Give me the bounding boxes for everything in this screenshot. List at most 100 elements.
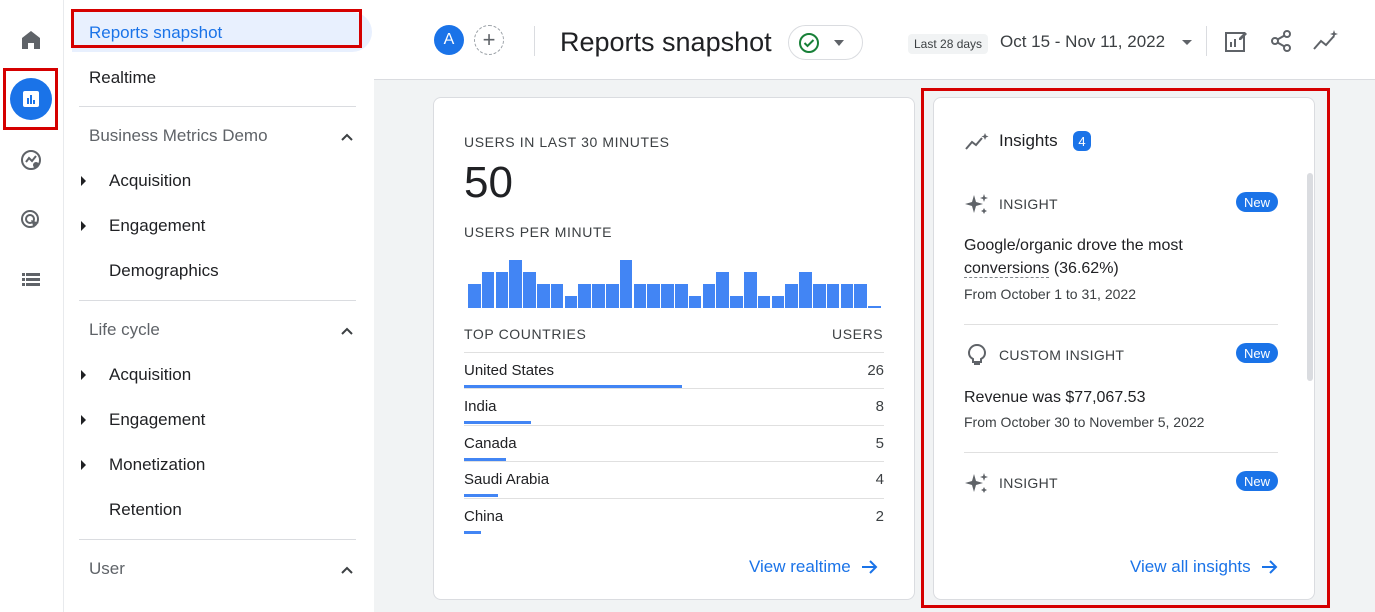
- new-badge: New: [1236, 192, 1278, 212]
- nav-item-demographics[interactable]: Demographics: [109, 261, 219, 281]
- users-per-minute-bar[interactable]: [468, 284, 481, 308]
- country-name: Canada: [464, 434, 517, 452]
- country-name: United States: [464, 362, 555, 379]
- users-per-minute-bar[interactable]: [730, 296, 743, 308]
- insight-date-range: From October 1 to 31, 2022: [964, 286, 1136, 302]
- users-per-minute-bar[interactable]: [550, 284, 564, 308]
- users-per-minute-bar[interactable]: [771, 296, 785, 308]
- insight-type-label: CUSTOM INSIGHT: [999, 347, 1125, 363]
- reports-icon[interactable]: [10, 78, 52, 120]
- page-title: Reports snapshot: [560, 27, 772, 57]
- add-comparison-button[interactable]: +: [474, 25, 504, 55]
- nav-item-realtime[interactable]: Realtime: [89, 68, 156, 88]
- explore-icon[interactable]: [10, 139, 52, 181]
- configure-icon[interactable]: [10, 259, 52, 301]
- home-icon[interactable]: [10, 19, 52, 61]
- customize-report-icon[interactable]: [1222, 27, 1250, 55]
- country-row[interactable]: India 8: [464, 388, 884, 425]
- insights-icon[interactable]: [1312, 27, 1340, 55]
- nav-item-engagement[interactable]: Engagement: [109, 216, 205, 236]
- users-per-minute-bar[interactable]: [716, 272, 729, 308]
- nav-section-business-metrics[interactable]: Business Metrics Demo: [89, 126, 268, 146]
- users-per-minute-bar[interactable]: [606, 284, 619, 308]
- insight-headline[interactable]: Google/organic drove the most conversion…: [964, 234, 1264, 280]
- country-name: China: [464, 507, 504, 525]
- users-per-minute-bar[interactable]: [592, 284, 605, 308]
- status-dropdown[interactable]: [788, 25, 863, 60]
- country-share-bar: [464, 530, 481, 534]
- users-per-minute-bar[interactable]: [481, 272, 495, 308]
- nav-item-engagement[interactable]: Engagement: [109, 410, 205, 430]
- insight-type-label: INSIGHT: [999, 196, 1058, 212]
- nav-divider: [79, 300, 356, 301]
- advertising-icon[interactable]: [10, 199, 52, 241]
- sparkle-icon: [965, 194, 988, 214]
- users-per-minute-bar[interactable]: [785, 284, 798, 308]
- users-per-minute-label: USERS PER MINUTE: [464, 224, 613, 240]
- date-preset-chip: Last 28 days: [908, 34, 989, 54]
- caret-right-icon[interactable]: [81, 176, 86, 186]
- country-name: Saudi Arabia: [464, 471, 550, 489]
- users-per-minute-bar[interactable]: [757, 296, 771, 308]
- new-badge: New: [1236, 343, 1278, 363]
- view-realtime-link[interactable]: View realtime: [749, 557, 879, 577]
- chevron-up-icon[interactable]: [340, 324, 354, 338]
- insight-date-range: From October 30 to November 5, 2022: [964, 414, 1205, 430]
- nav-item-acquisition[interactable]: Acquisition: [109, 171, 191, 191]
- left-rail: [0, 0, 64, 612]
- users-per-minute-bar[interactable]: [509, 260, 522, 308]
- users-per-minute-bar[interactable]: [799, 272, 812, 308]
- caret-right-icon[interactable]: [81, 415, 86, 425]
- chevron-up-icon[interactable]: [340, 130, 354, 144]
- date-dropdown-icon[interactable]: [1182, 40, 1192, 45]
- users-per-minute-bar[interactable]: [854, 284, 867, 308]
- caret-right-icon[interactable]: [81, 221, 86, 231]
- country-name: India: [464, 398, 497, 416]
- country-row[interactable]: China 2: [464, 497, 884, 534]
- insight-metric-term[interactable]: conversions: [964, 260, 1050, 278]
- users-per-minute-bar[interactable]: [840, 284, 854, 308]
- date-range-picker[interactable]: Oct 15 - Nov 11, 2022: [1000, 32, 1165, 52]
- view-all-insights-link[interactable]: View all insights: [1130, 557, 1279, 577]
- new-badge: New: [1236, 471, 1278, 491]
- users-per-minute-bar[interactable]: [813, 284, 826, 308]
- dropdown-arrow-icon: [834, 39, 844, 46]
- country-row[interactable]: United States 26: [464, 352, 884, 388]
- users-per-minute-bar[interactable]: [537, 284, 550, 308]
- users-per-minute-bar[interactable]: [619, 260, 633, 308]
- users-per-minute-bar[interactable]: [578, 284, 591, 308]
- users-per-minute-bar[interactable]: [564, 296, 578, 308]
- top-countries-header: TOP COUNTRIES: [464, 326, 587, 342]
- users-per-minute-chart: [468, 258, 884, 308]
- caret-right-icon[interactable]: [81, 370, 86, 380]
- comparison-avatar[interactable]: A: [434, 25, 464, 55]
- users-per-minute-bar[interactable]: [744, 272, 757, 308]
- users-per-minute-bar[interactable]: [495, 272, 509, 308]
- users-per-minute-bar[interactable]: [675, 284, 688, 308]
- header-divider: [534, 26, 535, 56]
- country-users: 2: [875, 507, 884, 525]
- country-row[interactable]: Saudi Arabia 4: [464, 461, 884, 498]
- users-per-minute-bar[interactable]: [647, 284, 660, 308]
- users-per-minute-bar[interactable]: [633, 284, 647, 308]
- users-per-minute-bar[interactable]: [702, 284, 716, 308]
- users-per-minute-bar[interactable]: [523, 272, 536, 308]
- insight-headline[interactable]: Revenue was $77,067.53: [964, 386, 1264, 409]
- users-per-minute-bar[interactable]: [868, 305, 881, 308]
- nav-item-monetization[interactable]: Monetization: [109, 455, 205, 475]
- nav-divider: [79, 539, 356, 540]
- view-realtime-label: View realtime: [749, 557, 851, 576]
- users-per-minute-bar[interactable]: [688, 296, 702, 308]
- nav-section-user[interactable]: User: [89, 559, 125, 579]
- nav-item-acquisition[interactable]: Acquisition: [109, 365, 191, 385]
- share-icon[interactable]: [1267, 27, 1295, 55]
- caret-right-icon[interactable]: [81, 460, 86, 470]
- users-per-minute-bar[interactable]: [826, 284, 840, 308]
- nav-item-reports-snapshot[interactable]: Reports snapshot: [89, 23, 222, 43]
- chevron-up-icon[interactable]: [340, 563, 354, 577]
- insights-scrollbar[interactable]: [1307, 173, 1313, 381]
- nav-section-life-cycle[interactable]: Life cycle: [89, 320, 160, 340]
- users-per-minute-bar[interactable]: [661, 284, 674, 308]
- nav-item-retention[interactable]: Retention: [109, 500, 182, 520]
- country-row[interactable]: Canada 5: [464, 424, 884, 461]
